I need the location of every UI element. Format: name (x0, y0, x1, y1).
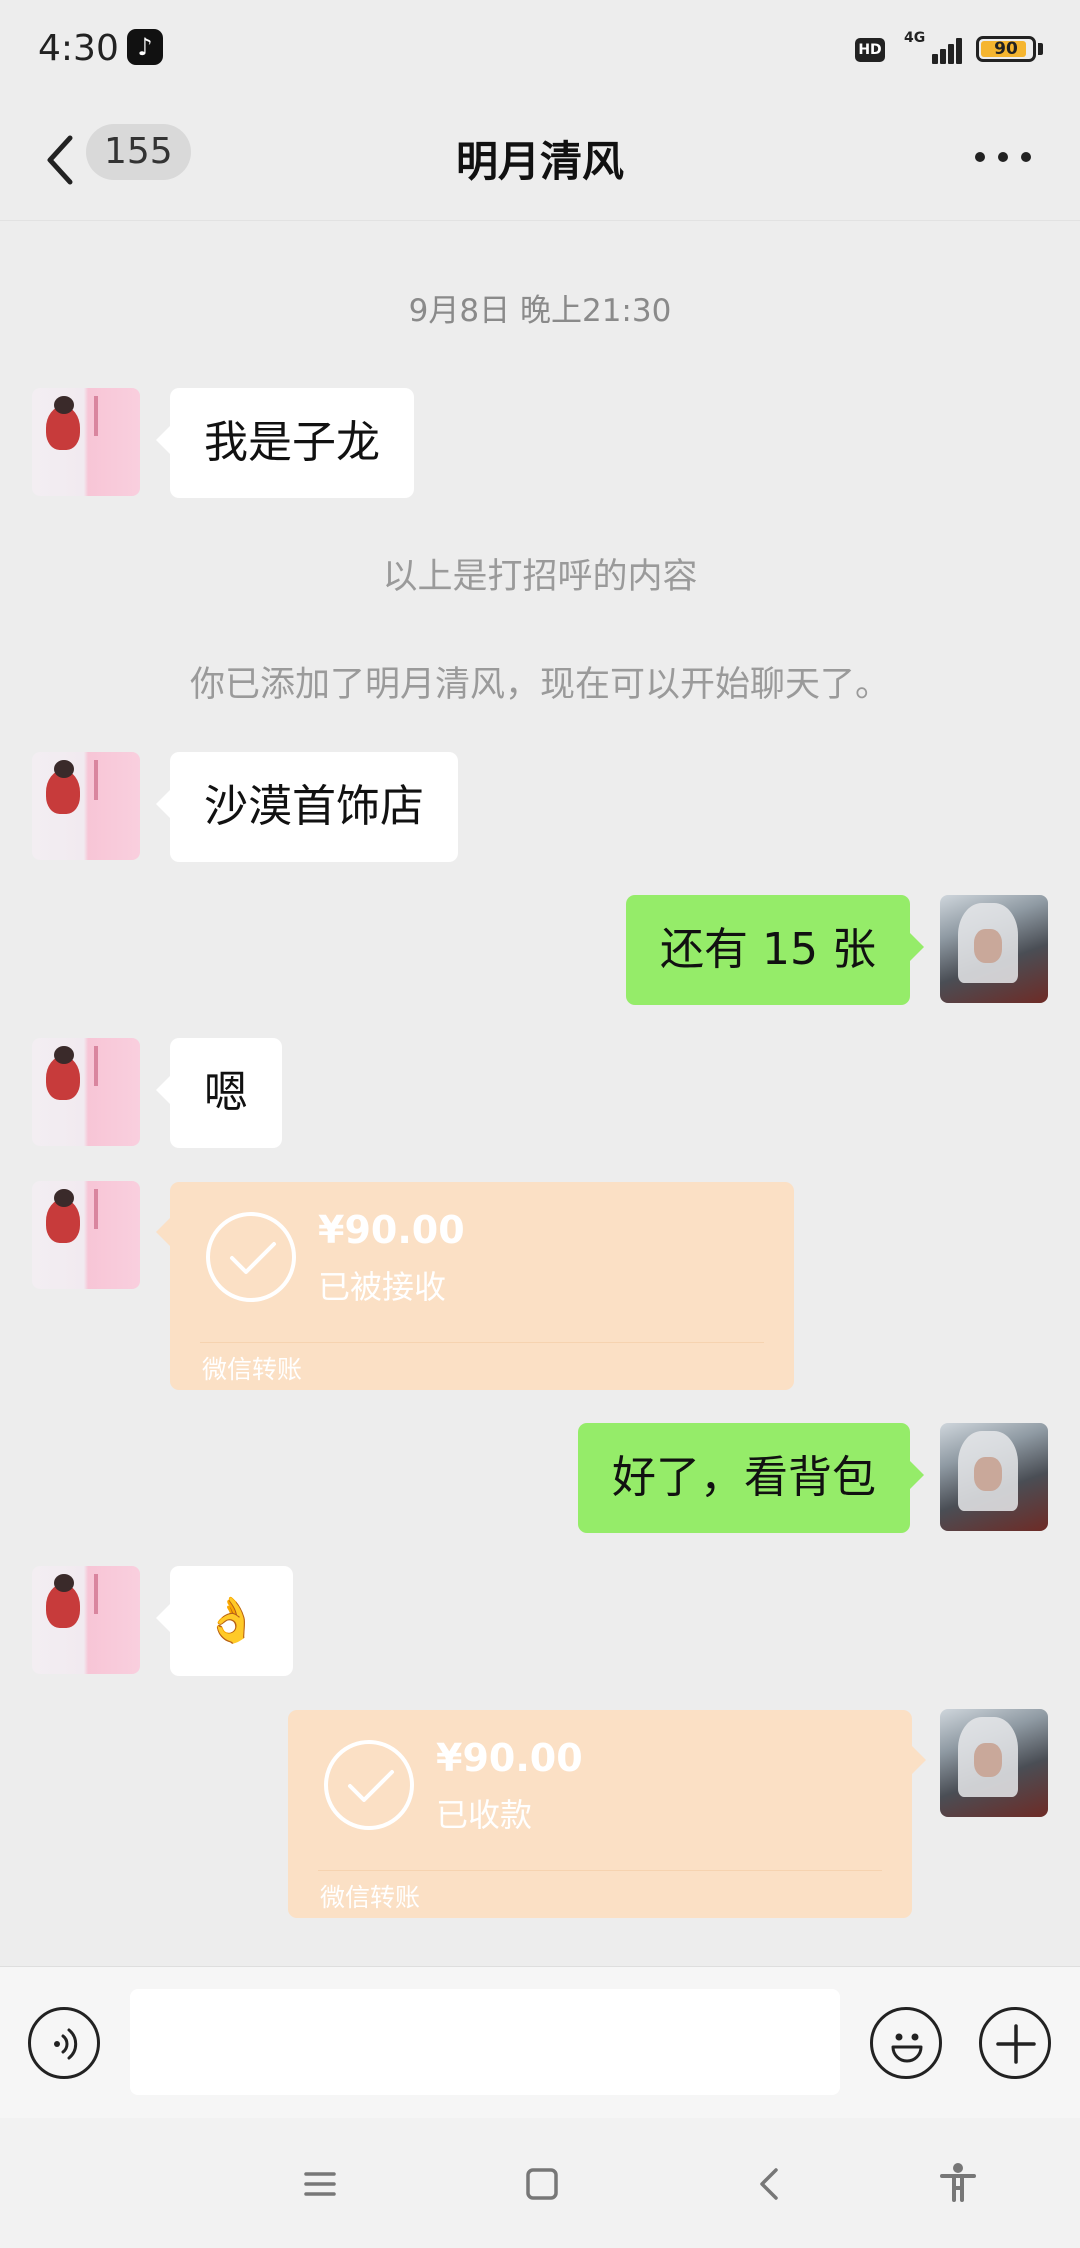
signal-icon (918, 32, 962, 64)
home-square-icon[interactable] (514, 2156, 570, 2212)
status-time: 4:30 (38, 28, 119, 69)
check-circle-icon (324, 1740, 414, 1830)
back-icon[interactable] (742, 2156, 798, 2212)
message-timestamp: 9月8日 晚上21:30 (408, 293, 672, 329)
unread-count-badge[interactable]: 155 (86, 124, 191, 180)
transfer-brand: 微信转账 (320, 1883, 421, 1912)
message-bubble-received[interactable]: 👌 (156, 1566, 293, 1676)
contact-avatar[interactable] (32, 1181, 140, 1289)
transfer-card-received[interactable]: ¥90.00 已被接收 微信转账 (156, 1182, 794, 1390)
tiktok-icon: ♪ (127, 29, 163, 65)
voice-icon[interactable] (28, 2007, 100, 2079)
transfer-amount: ¥90.00 (436, 1736, 583, 1780)
more-horizontal-icon[interactable] (975, 152, 1031, 168)
system-nav-bar (0, 2118, 1080, 2248)
battery-icon: 90 (976, 36, 1036, 62)
contact-avatar[interactable] (32, 388, 140, 496)
contact-avatar[interactable] (32, 1038, 140, 1146)
chevron-left-icon[interactable] (40, 130, 80, 190)
transfer-status: 已收款 (436, 1796, 533, 1834)
greeting-notice: 以上是打招呼的内容 (382, 557, 698, 597)
transfer-card-sent[interactable]: ¥90.00 已收款 微信转账 (288, 1710, 926, 1918)
chat-title: 明月清风 (455, 137, 624, 186)
hd-badge: HD (855, 38, 885, 62)
message-bubble-received[interactable]: 我是子龙 (156, 388, 414, 498)
accessibility-icon[interactable] (930, 2156, 986, 2212)
battery-level: 90 (994, 39, 1018, 59)
message-bubble-received[interactable]: 沙漠首饰店 (156, 752, 458, 862)
message-bubble-sent[interactable]: 还有 15 张 (626, 895, 924, 1005)
my-avatar[interactable] (940, 895, 1048, 1003)
my-avatar[interactable] (940, 1709, 1048, 1817)
emoji-icon[interactable] (870, 2007, 942, 2079)
contact-avatar[interactable] (32, 752, 140, 860)
status-bar: 4:30 ♪ HD 4G 90 (0, 0, 1080, 100)
my-avatar[interactable] (940, 1423, 1048, 1531)
message-bubble-sent[interactable]: 好了，看背包 (578, 1423, 924, 1533)
menu-icon[interactable] (292, 2156, 348, 2212)
plus-icon[interactable] (979, 2007, 1051, 2079)
input-bar (0, 1966, 1080, 2119)
transfer-brand: 微信转账 (202, 1355, 303, 1384)
check-circle-icon (206, 1212, 296, 1302)
transfer-status: 已被接收 (318, 1268, 447, 1306)
message-bubble-received[interactable]: 嗯 (156, 1038, 282, 1148)
transfer-amount: ¥90.00 (318, 1208, 465, 1252)
friend-added-notice: 你已添加了明月清风，现在可以开始聊天了。 (189, 665, 890, 705)
chat-header: 155 明月清风 (0, 100, 1080, 221)
contact-avatar[interactable] (32, 1566, 140, 1674)
message-input[interactable] (130, 1989, 840, 2095)
